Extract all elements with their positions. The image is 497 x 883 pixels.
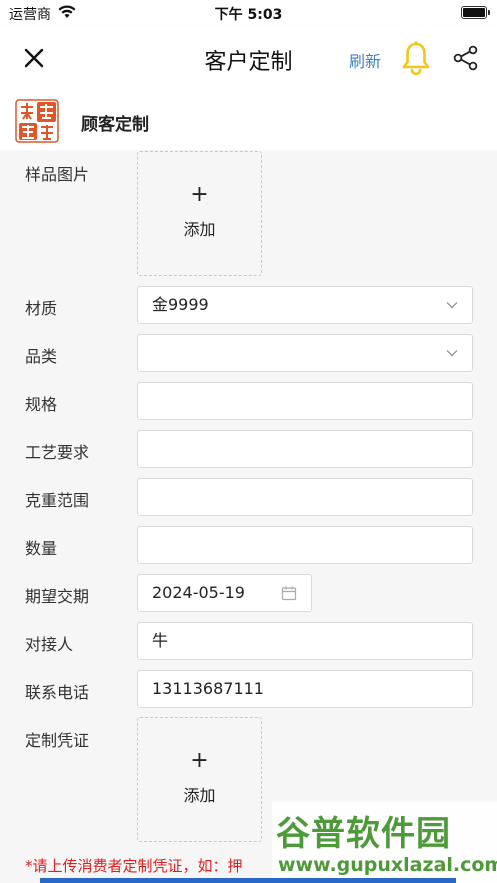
spec-label: 规格	[25, 395, 58, 414]
calendar-icon	[281, 586, 297, 601]
material-label: 材质	[25, 299, 58, 318]
chevron-down-icon	[446, 350, 458, 357]
phone-label: 联系电话	[25, 683, 90, 702]
bell-icon[interactable]	[400, 40, 432, 76]
share-icon[interactable]	[452, 44, 480, 72]
chevron-down-icon	[446, 302, 458, 309]
battery-icon	[461, 6, 490, 19]
status-time: 下午 5:03	[214, 7, 283, 23]
voucher-note: *请上传消费者定制凭证，如：押	[25, 857, 243, 875]
nav-bar: 客户定制 刷新	[0, 26, 497, 90]
voucher-upload[interactable]: + 添加	[137, 717, 262, 842]
voucher-add-label: 添加	[183, 786, 216, 805]
contact-label: 对接人	[25, 635, 74, 654]
contact-input[interactable]: 牛	[137, 622, 473, 660]
brand-header: 顾客定制	[0, 90, 497, 150]
expected-date-value: 2024-05-19	[152, 583, 245, 602]
craft-input[interactable]	[137, 430, 473, 468]
watermark-title: 谷普软件园	[276, 814, 451, 854]
refresh-button[interactable]: 刷新	[349, 48, 381, 72]
watermark-url: www.gupuxlazal.com	[278, 854, 497, 876]
voucher-label: 定制凭证	[25, 731, 90, 750]
brand-logo	[15, 99, 59, 143]
sample-image-add-label: 添加	[183, 220, 216, 239]
quantity-label: 数量	[25, 539, 58, 558]
status-bar: 运营商 下午 5:03	[0, 0, 497, 26]
bottom-bar	[40, 878, 456, 883]
expected-date-label: 期望交期	[25, 587, 90, 606]
category-label: 品类	[25, 347, 58, 366]
quantity-input[interactable]	[137, 526, 473, 564]
weight-range-input[interactable]	[137, 478, 473, 516]
weight-range-label: 克重范围	[25, 491, 90, 510]
phone-input[interactable]: 13113687111	[137, 670, 473, 708]
watermark: 谷普软件园 www.gupuxlazal.com	[272, 802, 497, 883]
spec-input[interactable]	[137, 382, 473, 420]
material-select[interactable]: 金9999	[137, 286, 473, 324]
material-value: 金9999	[152, 295, 209, 314]
category-select[interactable]	[137, 334, 473, 372]
brand-name: 顾客定制	[81, 115, 149, 135]
plus-icon: +	[190, 748, 209, 773]
expected-date-picker[interactable]: 2024-05-19	[137, 574, 312, 612]
sample-image-upload[interactable]: + 添加	[137, 151, 262, 276]
plus-icon: +	[190, 182, 209, 207]
craft-label: 工艺要求	[25, 443, 90, 462]
sample-image-label: 样品图片	[25, 165, 90, 184]
